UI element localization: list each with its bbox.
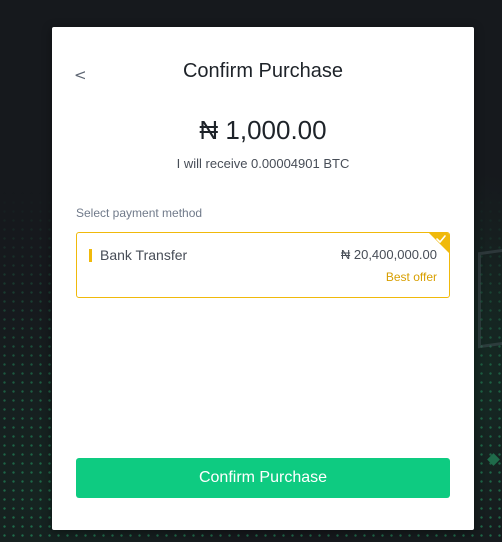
- payment-method-indicator: [89, 249, 92, 262]
- payment-method-price: ₦ 20,400,000.00: [340, 247, 437, 262]
- best-offer-badge: Best offer: [385, 270, 437, 284]
- modal-title: Confirm Purchase: [182, 60, 344, 82]
- confirm-purchase-button[interactable]: Confirm Purchase: [76, 458, 450, 498]
- payment-method-option-bank-transfer[interactable]: Bank Transfer ₦ 20,400,000.00 Best offer: [76, 232, 450, 298]
- payment-method-name: Bank Transfer: [100, 247, 188, 263]
- confirm-purchase-modal: < Confirm Purchase ₦ 1,000.00 I will rec…: [52, 27, 474, 530]
- background-logo-fragment: [478, 247, 502, 349]
- check-icon: [436, 235, 446, 243]
- payment-method-label: Select payment method: [76, 206, 203, 220]
- purchase-amount: ₦ 1,000.00: [199, 115, 327, 145]
- receive-amount-text: I will receive 0.00004901 BTC: [176, 156, 350, 171]
